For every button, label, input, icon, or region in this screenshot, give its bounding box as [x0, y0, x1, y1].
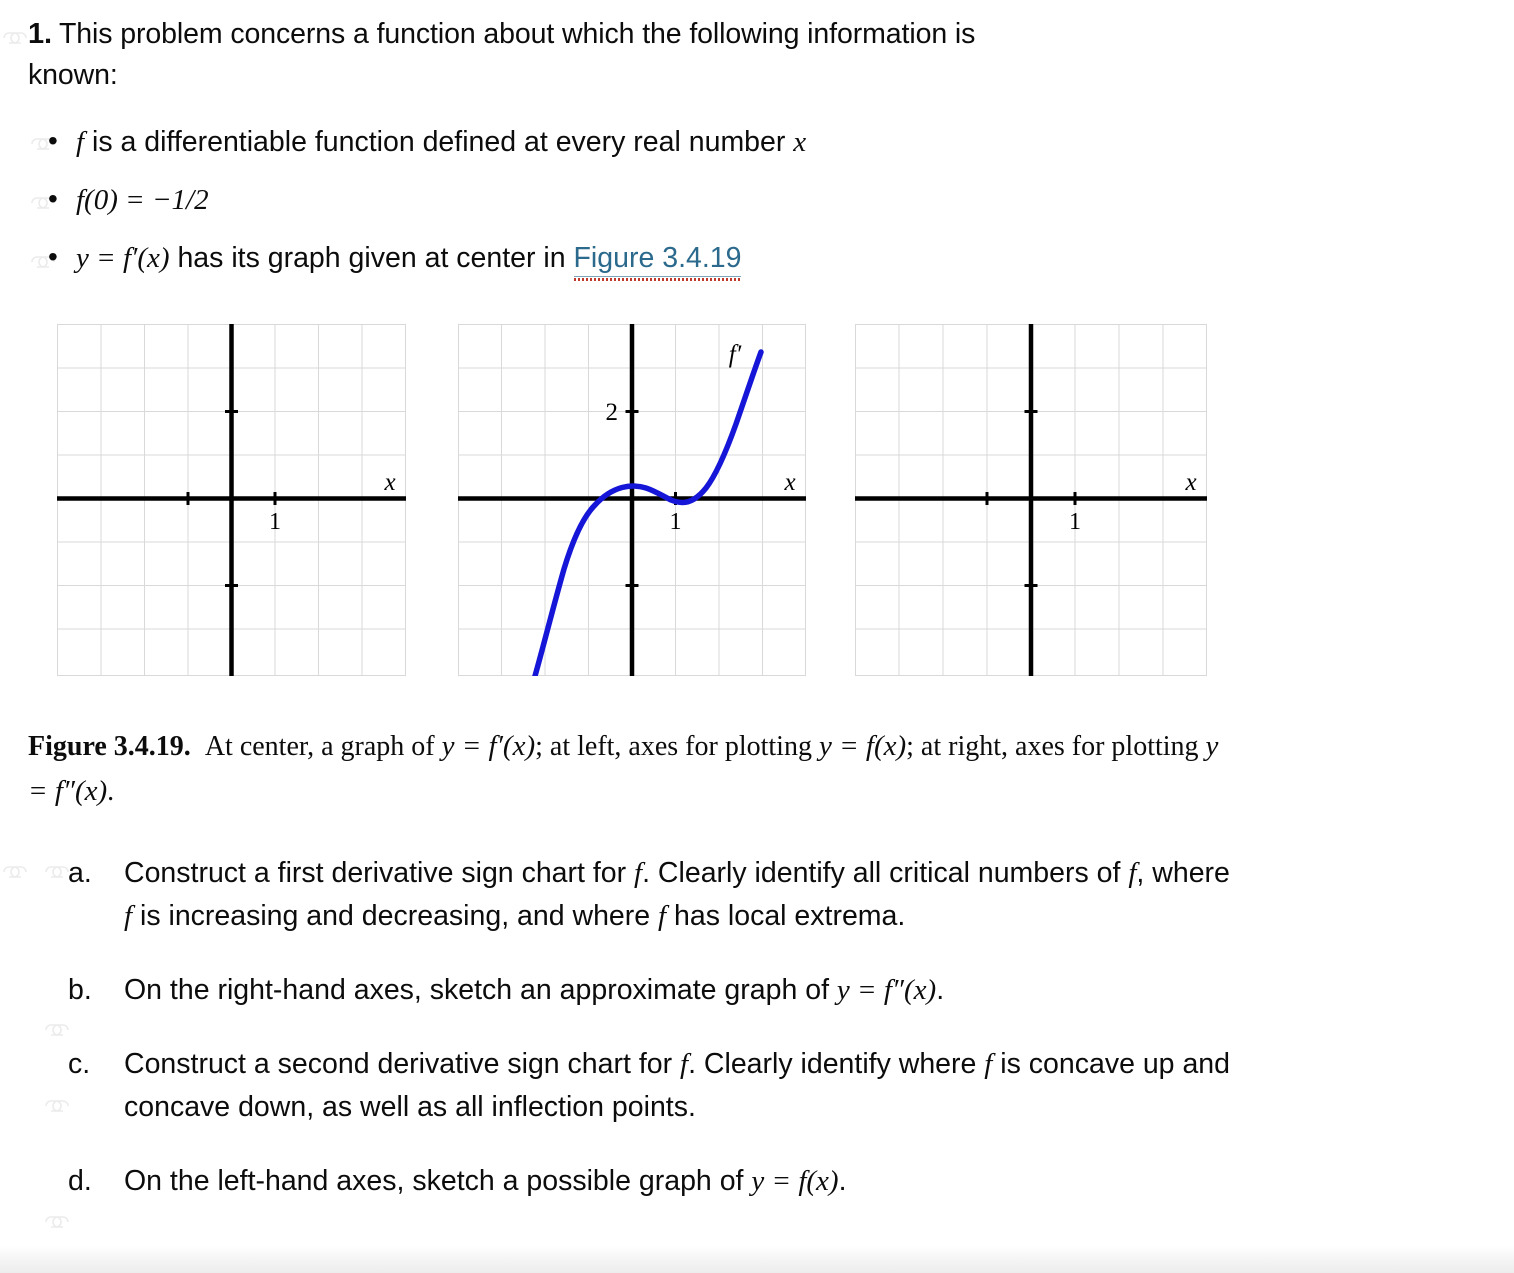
link-anchor-icon [3, 32, 27, 44]
problem-statement: 1. This problem concerns a function about… [28, 14, 1218, 96]
sub-question-math: f [124, 900, 133, 932]
sub-question-label: c. [68, 1048, 91, 1080]
figure-caption: Figure 3.4.19. At center, a graph of y = … [28, 724, 1228, 814]
sub-question-math: y = f(x) [751, 1165, 839, 1197]
math-f-zero: f(0) = −1/2 [76, 184, 209, 216]
given-information-list: f is a differentiable function defined a… [28, 120, 1228, 296]
curve-label-f-prime: f′ [729, 341, 742, 368]
sub-questions-list: a. Construct a first derivative sign char… [62, 852, 1242, 1234]
x-tick-label-1: 1 [670, 509, 682, 535]
sub-question-math: y = f″(x) [836, 974, 937, 1006]
x-tick-label-1: 1 [269, 509, 281, 535]
sub-question-label: a. [68, 857, 92, 889]
list-item: y = f′(x) has its graph given at center … [28, 236, 1228, 279]
caption-math-1: y = f′(x) [441, 730, 536, 762]
problem-text-1: This problem concerns a function about w… [59, 18, 976, 50]
sub-question-text: . Clearly identify where [688, 1048, 985, 1080]
sub-question-text: On the right-hand axes, sketch an approx… [124, 974, 837, 1006]
sub-question-label: b. [68, 974, 92, 1006]
sub-question-item: a. Construct a first derivative sign char… [62, 852, 1242, 938]
caption-text-c: ; at [906, 731, 942, 762]
caption-text-a: At center, a graph of [204, 731, 442, 762]
page-bottom-edge [0, 1246, 1514, 1273]
sub-question-text: . [838, 1165, 847, 1197]
caption-text-e: . [107, 776, 115, 807]
problem-number: 1. [28, 18, 52, 50]
sub-question-math: f [658, 900, 667, 932]
sub-question-text: is increasing and decreasing, and where [132, 900, 659, 932]
x-axis-label: x [383, 469, 395, 496]
problem-line-2: known: [28, 59, 118, 91]
math-f: f [76, 126, 85, 158]
link-anchor-icon [3, 866, 27, 878]
list-item: f(0) = −1/2 [28, 178, 1228, 221]
y-tick-label-2: 2 [606, 399, 619, 426]
figure-caption-label: Figure 3.4.19. [28, 731, 191, 762]
sub-question-text: has local extrema. [666, 900, 906, 932]
sub-question-item: d. On the left-hand axes, sketch a possib… [62, 1160, 1242, 1203]
sub-question-text: On the left-hand axes, sketch a possible… [124, 1165, 752, 1197]
figure-reference-link[interactable]: Figure 3.4.19 [573, 242, 742, 277]
problem-line-1: 1. This problem concerns a function about… [28, 14, 1218, 55]
caption-math-2: y = f(x) [818, 730, 907, 762]
caption-text-b: ; at left, axes for plotting [535, 731, 819, 762]
x-axis-label: x [783, 469, 795, 496]
axes-for-f-svg: 1 x [57, 324, 406, 676]
x-tick-label-1: 1 [1069, 509, 1081, 535]
axes-for-f-double-prime-panel[interactable]: 1 x [855, 324, 1207, 676]
sub-question-label: d. [68, 1165, 92, 1197]
sub-question-text: , where [1136, 857, 1230, 889]
sub-question-text: . [936, 974, 945, 1006]
axes-for-f-panel[interactable]: 1 x [57, 324, 406, 676]
math-x: x [793, 126, 807, 158]
caption-text-d: right, axes for plotting [948, 731, 1206, 762]
graph-of-f-prime-svg: 2 1 x f′ [458, 324, 806, 676]
sub-question-math: f [634, 857, 643, 889]
bullet-text: has its graph given at center in [169, 242, 574, 274]
sub-question-text: Construct a first derivative sign chart … [124, 857, 635, 889]
graph-of-f-prime-panel[interactable]: 2 1 x f′ [458, 324, 806, 676]
axes-for-f-double-prime-svg: 1 x [855, 324, 1207, 676]
math-y-equals-f-prime: y = f′(x) [76, 242, 170, 274]
list-item: f is a differentiable function defined a… [28, 120, 1228, 163]
sub-question-text: . Clearly identify all critical numbers … [642, 857, 1129, 889]
sub-question-text: Construct a second derivative sign chart… [124, 1048, 681, 1080]
document-page: 1. This problem concerns a function about… [0, 0, 1514, 1273]
sub-question-item: c. Construct a second derivative sign cha… [62, 1043, 1242, 1129]
figure-graphs-row: 1 x 2 1 x f′ 1 x [0, 324, 1514, 676]
sub-question-item: b. On the right-hand axes, sketch an appr… [62, 969, 1242, 1012]
bullet-text: is a differentiable function defined at … [84, 126, 794, 158]
x-axis-label: x [1184, 469, 1196, 496]
sub-question-math: f [680, 1048, 689, 1080]
